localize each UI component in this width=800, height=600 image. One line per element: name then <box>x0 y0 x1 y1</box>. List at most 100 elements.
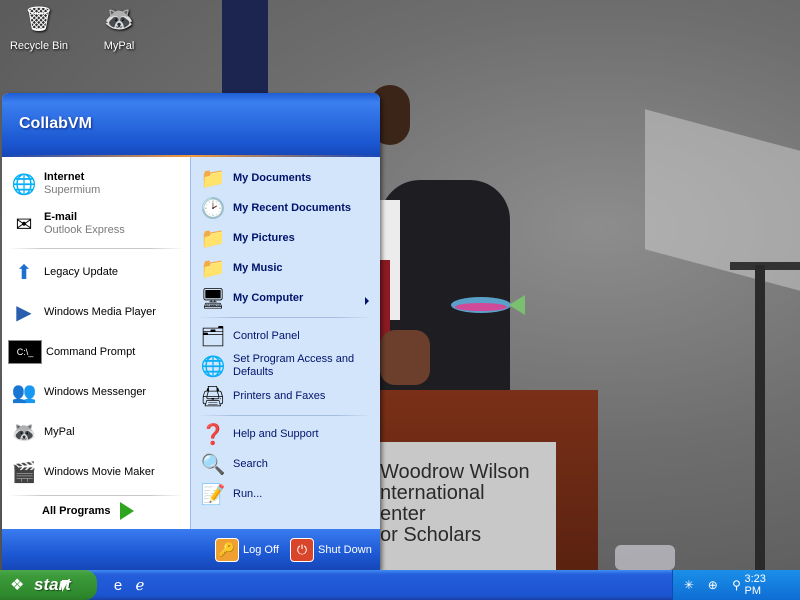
program-access-icon: 🌐 <box>200 355 226 378</box>
search-icon: 🔍 <box>200 453 226 476</box>
mypal-raccoon-icon: 🦝 <box>104 6 134 33</box>
windows-logo-icon: ❖ <box>10 577 25 594</box>
sign-line: nternational <box>380 482 485 504</box>
help-icon: ❓ <box>200 423 226 446</box>
globe-icon: 🌐 <box>11 173 37 196</box>
taskbar: ❖ start e ℯ ✳ ⊕ ⚲ 3:23 PM <box>0 570 800 600</box>
place-my-music[interactable]: 📁 My Music <box>197 255 375 281</box>
item-label: Search <box>233 457 268 470</box>
recycle-bin-icon: 🗑 <box>23 6 55 33</box>
place-my-pictures[interactable]: 📁 My Pictures <box>197 225 375 251</box>
item-sublabel: Outlook Express <box>44 224 125 236</box>
item-label: MyPal <box>44 425 75 438</box>
recent-item-legacy-update[interactable]: ⬆ Legacy Update <box>8 255 186 289</box>
place-my-documents[interactable]: 📁 My Documents <box>197 165 375 191</box>
left-separator <box>8 495 184 496</box>
mouse-cursor <box>62 580 69 592</box>
item-label: E-mail <box>44 211 78 223</box>
hand-graphic <box>380 330 430 385</box>
sign-line: or Scholars <box>380 524 482 546</box>
start-menu-right-panel: 📁 My Documents 🕑 My Recent Documents 📁 M… <box>190 157 380 529</box>
quicklaunch-browser-icon[interactable]: e <box>108 575 128 595</box>
item-label: My Pictures <box>233 231 295 244</box>
sign-line: Woodrow Wilson <box>380 461 530 483</box>
quicklaunch-ie-icon[interactable]: ℯ <box>130 575 150 595</box>
recent-documents-icon: 🕑 <box>200 197 226 220</box>
system-tray: ✳ ⊕ ⚲ 3:23 PM <box>672 570 800 600</box>
recent-item-movie-maker[interactable]: 🎬 Windows Movie Maker <box>8 455 186 489</box>
desktop-icon-recycle-bin[interactable]: 🗑 Recycle Bin <box>4 4 74 52</box>
system-printers-faxes[interactable]: 🖨 Printers and Faxes <box>197 383 375 409</box>
place-my-computer[interactable]: 🖥 My Computer <box>197 285 375 311</box>
item-label: Legacy Update <box>44 265 118 278</box>
jar-graphic <box>615 545 675 570</box>
item-label: My Computer <box>233 291 304 304</box>
power-icon: ⏻ <box>290 538 314 562</box>
start-menu-footer: 🔑 Log Off ⏻ Shut Down <box>2 529 380 570</box>
item-label: Run... <box>233 487 263 500</box>
start-menu-header: CollabVM <box>2 93 380 157</box>
pinned-item-email[interactable]: ✉ E-mail Outlook Express <box>8 207 186 241</box>
update-icon[interactable]: ⊕ <box>705 577 721 593</box>
folder-documents-icon: 📁 <box>200 167 226 190</box>
tool-run[interactable]: 📝 Run... <box>197 481 375 507</box>
log-off-button[interactable]: 🔑 Log Off <box>215 538 279 562</box>
desktop-icon-mypal[interactable]: 🦝 MyPal <box>84 4 154 52</box>
search-tray-icon[interactable]: ⚲ <box>729 577 745 593</box>
item-label: Windows Messenger <box>44 385 147 398</box>
recent-item-command-prompt[interactable]: C:\_ Command Prompt <box>8 335 186 369</box>
printer-icon: 🖨 <box>200 385 226 408</box>
recent-item-mypal[interactable]: 🦝 MyPal <box>8 415 186 449</box>
teleprompter-pole <box>755 265 765 570</box>
mypal-raccoon-icon: 🦝 <box>11 421 37 444</box>
item-label: Windows Movie Maker <box>44 465 155 478</box>
email-icon: ✉ <box>15 213 33 236</box>
messenger-icon: 👥 <box>11 381 37 404</box>
item-label: My Documents <box>233 171 312 184</box>
all-programs-label: All Programs <box>42 505 111 517</box>
item-label: Printers and Faxes <box>233 389 326 402</box>
movie-maker-icon: 🎬 <box>11 461 37 484</box>
start-button[interactable]: ❖ start <box>0 570 97 600</box>
folder-pictures-icon: 📁 <box>200 227 226 250</box>
update-arrow-icon: ⬆ <box>15 261 33 284</box>
command-prompt-icon: C:\_ <box>8 340 42 364</box>
desktop-icon-label: Recycle Bin <box>9 40 69 52</box>
item-label: Internet <box>44 171 85 183</box>
place-my-recent-documents[interactable]: 🕑 My Recent Documents <box>197 195 375 221</box>
shut-down-button[interactable]: ⏻ Shut Down <box>290 538 372 562</box>
podium-sign: Woodrow Wilson nternational enter or Sch… <box>376 442 556 570</box>
clock[interactable]: 3:23 PM <box>744 573 785 597</box>
item-label: Windows Media Player <box>44 305 156 318</box>
start-menu: CollabVM 🌐 Internet Supermium ✉ E-mail Out… <box>2 93 380 570</box>
teleprompter-stand <box>730 262 800 270</box>
item-label: Help and Support <box>233 427 319 440</box>
item-label: Set Program Access and Defaults <box>233 353 355 378</box>
control-panel-icon: 🗂 <box>200 325 226 348</box>
all-programs-button[interactable]: All Programs <box>42 502 135 520</box>
tool-search[interactable]: 🔍 Search <box>197 451 375 477</box>
recent-item-media-player[interactable]: ▶ Windows Media Player <box>8 295 186 329</box>
flag-graphic <box>222 0 268 95</box>
pinned-item-internet[interactable]: 🌐 Internet Supermium <box>8 167 186 201</box>
desktop-icon-label: MyPal <box>103 40 135 52</box>
right-separator <box>197 415 373 416</box>
left-separator <box>8 248 184 249</box>
recent-item-messenger[interactable]: 👥 Windows Messenger <box>8 375 186 409</box>
shut-down-label: Shut Down <box>318 544 372 556</box>
sign-line: enter <box>380 503 426 525</box>
right-separator <box>197 317 373 318</box>
system-program-access[interactable]: 🌐 Set Program Access and Defaults <box>197 351 375 381</box>
log-off-label: Log Off <box>243 544 279 556</box>
item-sublabel: Supermium <box>44 184 101 196</box>
run-icon: 📝 <box>200 483 226 506</box>
item-label: My Recent Documents <box>233 201 351 214</box>
media-player-icon: ▶ <box>16 301 32 324</box>
folder-music-icon: 📁 <box>200 257 226 280</box>
computer-icon: 🖥 <box>200 287 226 310</box>
system-control-panel[interactable]: 🗂 Control Panel <box>197 323 375 349</box>
network-icon[interactable]: ✳ <box>681 577 697 593</box>
submenu-arrow-icon <box>365 297 369 305</box>
start-menu-left-panel: 🌐 Internet Supermium ✉ E-mail Outlook Expr… <box>2 157 190 529</box>
tool-help-support[interactable]: ❓ Help and Support <box>197 421 375 447</box>
